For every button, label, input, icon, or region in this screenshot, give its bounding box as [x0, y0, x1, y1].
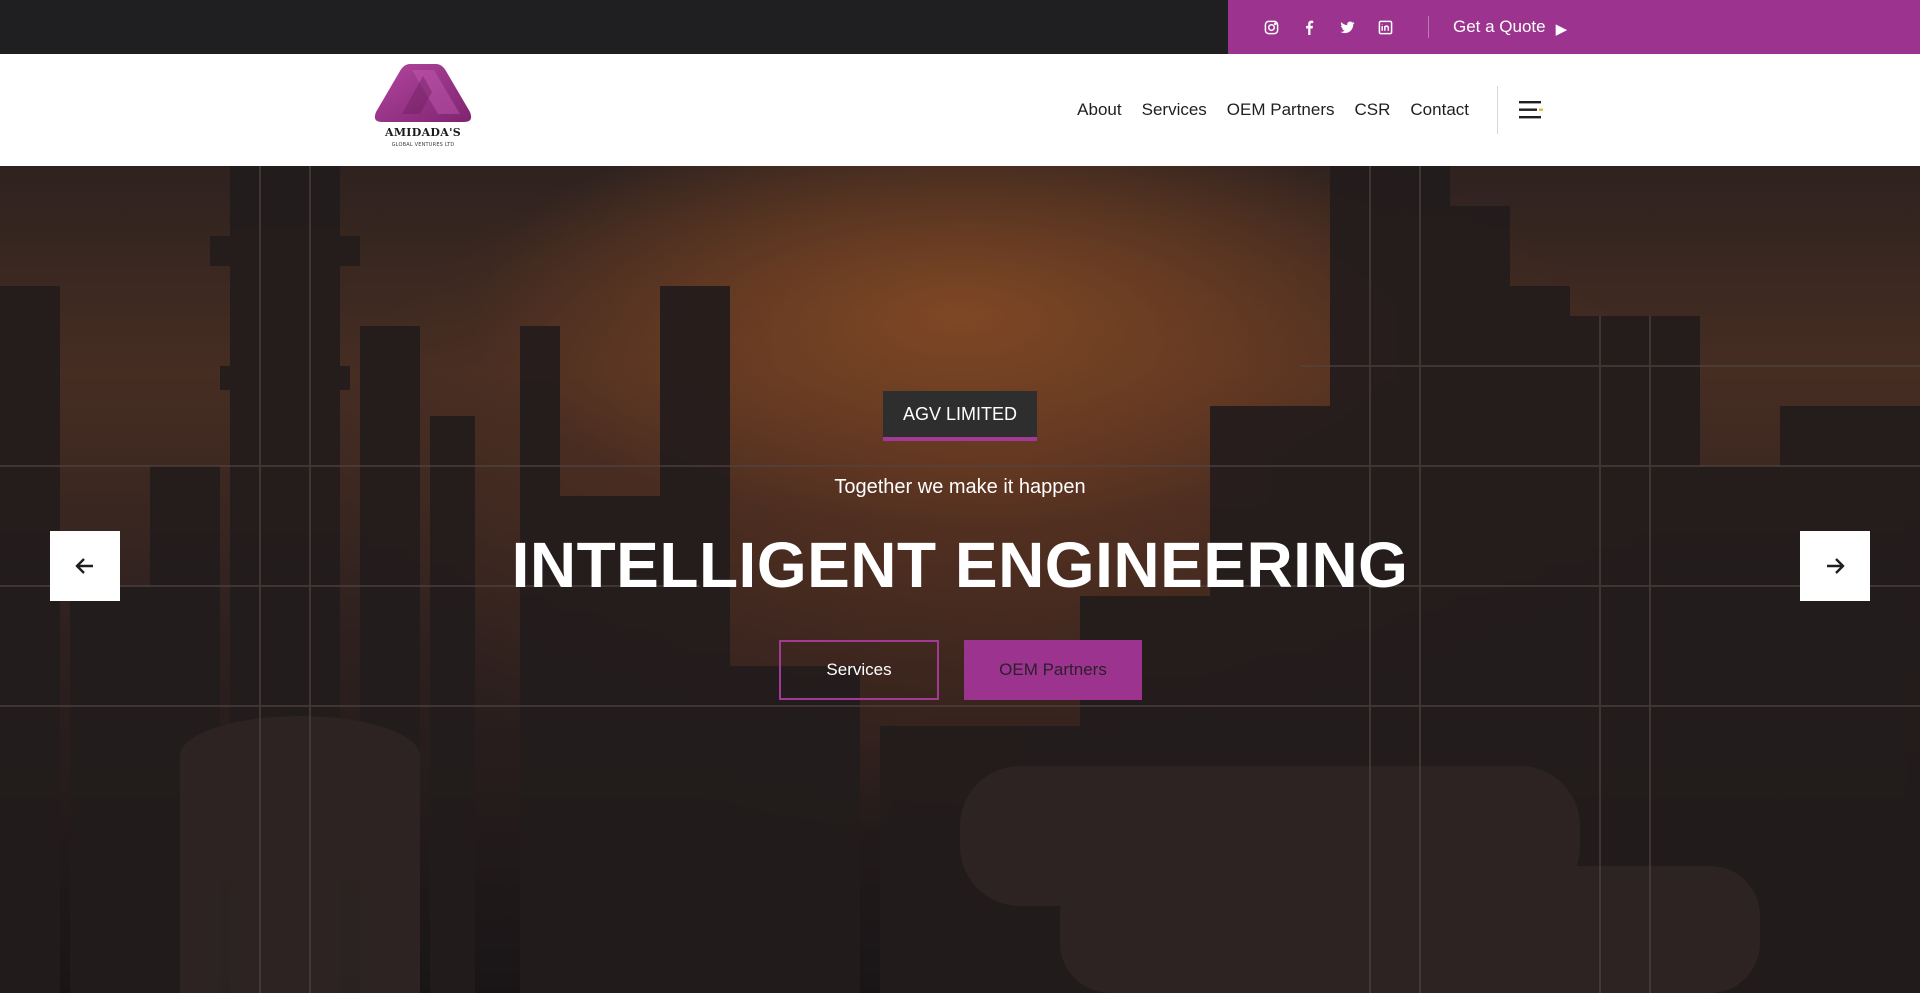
- next-slide-button[interactable]: [1800, 531, 1870, 601]
- site-header: AMIDADA'S GLOBAL VENTURES LTD About Serv…: [0, 54, 1920, 166]
- nav-csr[interactable]: CSR: [1355, 100, 1391, 120]
- get-quote-link[interactable]: Get a Quote ▶: [1453, 17, 1567, 38]
- nav-oem-partners[interactable]: OEM Partners: [1227, 100, 1335, 120]
- logo-title: AMIDADA'S: [384, 126, 461, 139]
- twitter-icon[interactable]: [1328, 0, 1366, 54]
- play-arrow-icon: ▶: [1555, 20, 1568, 38]
- top-bar-accent: Get a Quote ▶: [1228, 0, 1920, 54]
- services-button[interactable]: Services: [779, 640, 939, 700]
- arrow-left-icon: [75, 558, 93, 574]
- logo-mark-icon: [374, 64, 472, 122]
- nav-contact[interactable]: Contact: [1410, 100, 1469, 120]
- prev-slide-button[interactable]: [50, 531, 120, 601]
- hero-headline: INTELLIGENT ENGINEERING: [511, 529, 1409, 601]
- logo-subtitle: GLOBAL VENTURES LTD: [391, 142, 455, 148]
- hero-tagline: Together we make it happen: [834, 476, 1086, 498]
- facebook-icon[interactable]: [1290, 0, 1328, 54]
- hero-slider: AGV LIMITED Together we make it happen I…: [0, 166, 1920, 993]
- arrow-right-icon: [1827, 558, 1845, 574]
- hero-tag: AGV LIMITED: [883, 391, 1037, 441]
- nav-about[interactable]: About: [1077, 100, 1121, 120]
- nav-divider: [1497, 86, 1498, 134]
- top-bar: Get a Quote ▶: [0, 0, 1920, 54]
- get-quote-label: Get a Quote: [1453, 17, 1546, 36]
- divider: [1428, 16, 1429, 38]
- logo[interactable]: AMIDADA'S GLOBAL VENTURES LTD: [372, 62, 474, 158]
- main-nav: About Services OEM Partners CSR Contact: [1057, 54, 1469, 166]
- oem-partners-button[interactable]: OEM Partners: [964, 640, 1142, 700]
- menu-icon[interactable]: [1516, 95, 1546, 125]
- nav-services[interactable]: Services: [1142, 100, 1207, 120]
- instagram-icon[interactable]: [1252, 0, 1290, 54]
- linkedin-icon[interactable]: [1366, 0, 1404, 54]
- social-links: [1252, 0, 1404, 54]
